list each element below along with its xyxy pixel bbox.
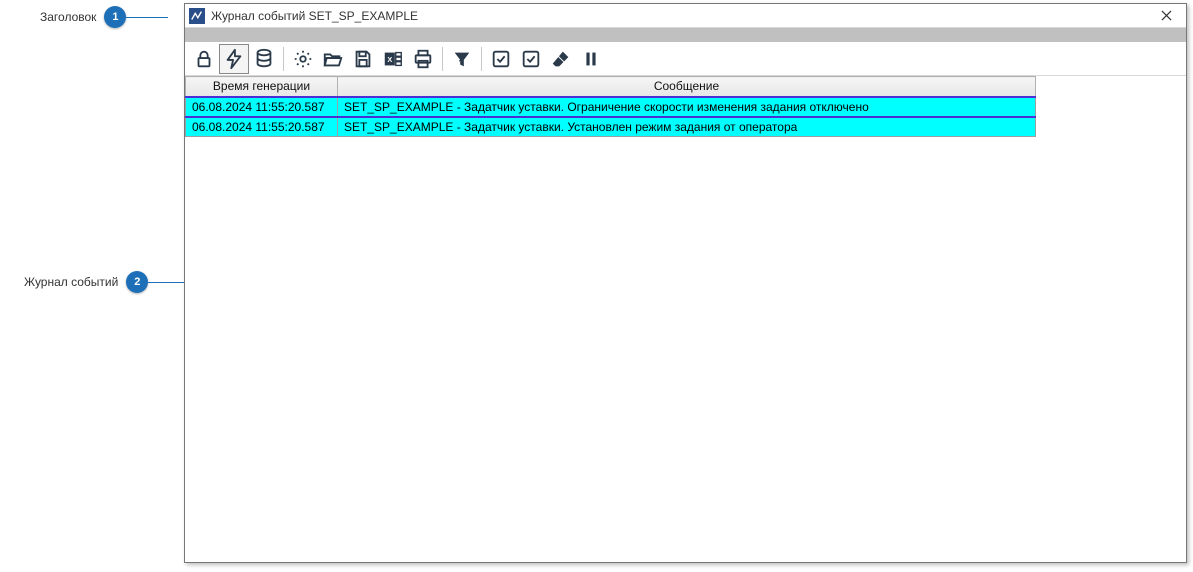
toolbar-separator <box>283 47 284 71</box>
toolbar: X <box>185 42 1186 76</box>
toolbar-separator <box>481 47 482 71</box>
sub-titlebar <box>185 28 1186 42</box>
table-row[interactable]: 06.08.2024 11:55:20.587SET_SP_EXAMPLE - … <box>186 117 1036 137</box>
cell-message: SET_SP_EXAMPLE - Задатчик уставки. Устан… <box>338 117 1036 137</box>
event-log-window: Журнал событий SET_SP_EXAMPLE X <box>184 3 1187 563</box>
pause-button[interactable] <box>576 44 606 74</box>
titlebar: Журнал событий SET_SP_EXAMPLE <box>185 4 1186 28</box>
app-icon <box>189 8 205 24</box>
database-icon <box>253 48 275 70</box>
col-header-message[interactable]: Сообщение <box>338 77 1036 97</box>
realtime-button[interactable] <box>219 44 249 74</box>
database-button[interactable] <box>249 44 279 74</box>
event-table: Время генерации Сообщение 06.08.2024 11:… <box>185 76 1036 137</box>
settings-button[interactable] <box>288 44 318 74</box>
export-excel-button[interactable]: X <box>378 44 408 74</box>
check-square-icon <box>490 48 512 70</box>
callout-1: Заголовок 1 <box>40 6 168 28</box>
excel-icon: X <box>382 48 404 70</box>
cell-time: 06.08.2024 11:55:20.587 <box>186 97 338 117</box>
lock-icon <box>193 48 215 70</box>
cell-message: SET_SP_EXAMPLE - Задатчик уставки. Огран… <box>338 97 1036 117</box>
event-table-wrap[interactable]: Время генерации Сообщение 06.08.2024 11:… <box>185 76 1186 562</box>
callout-2-badge: 2 <box>126 271 148 293</box>
save-button[interactable] <box>348 44 378 74</box>
callout-1-label: Заголовок <box>40 10 96 24</box>
callout-1-badge: 1 <box>104 6 126 28</box>
folder-open-icon <box>322 48 344 70</box>
bolt-icon <box>223 48 245 70</box>
pause-icon <box>580 48 602 70</box>
lock-button[interactable] <box>189 44 219 74</box>
close-icon <box>1161 10 1172 21</box>
table-row[interactable]: 06.08.2024 11:55:20.587SET_SP_EXAMPLE - … <box>186 97 1036 117</box>
callout-1-connector <box>126 17 168 18</box>
open-button[interactable] <box>318 44 348 74</box>
table-header-row: Время генерации Сообщение <box>186 77 1036 97</box>
gear-icon <box>292 48 314 70</box>
ack-all-button[interactable] <box>516 44 546 74</box>
col-header-time[interactable]: Время генерации <box>186 77 338 97</box>
window-title: Журнал событий SET_SP_EXAMPLE <box>211 9 1152 23</box>
print-icon <box>412 48 434 70</box>
cell-time: 06.08.2024 11:55:20.587 <box>186 117 338 137</box>
toolbar-separator <box>442 47 443 71</box>
eraser-icon <box>550 48 572 70</box>
print-button[interactable] <box>408 44 438 74</box>
erase-button[interactable] <box>546 44 576 74</box>
svg-text:X: X <box>387 54 392 63</box>
filter-icon <box>451 48 473 70</box>
callout-2-label: Журнал событий <box>24 275 118 289</box>
save-icon <box>352 48 374 70</box>
check-square-icon <box>520 48 542 70</box>
filter-button[interactable] <box>447 44 477 74</box>
callout-2: Журнал событий 2 <box>24 271 190 293</box>
close-button[interactable] <box>1152 6 1180 26</box>
ack-one-button[interactable] <box>486 44 516 74</box>
